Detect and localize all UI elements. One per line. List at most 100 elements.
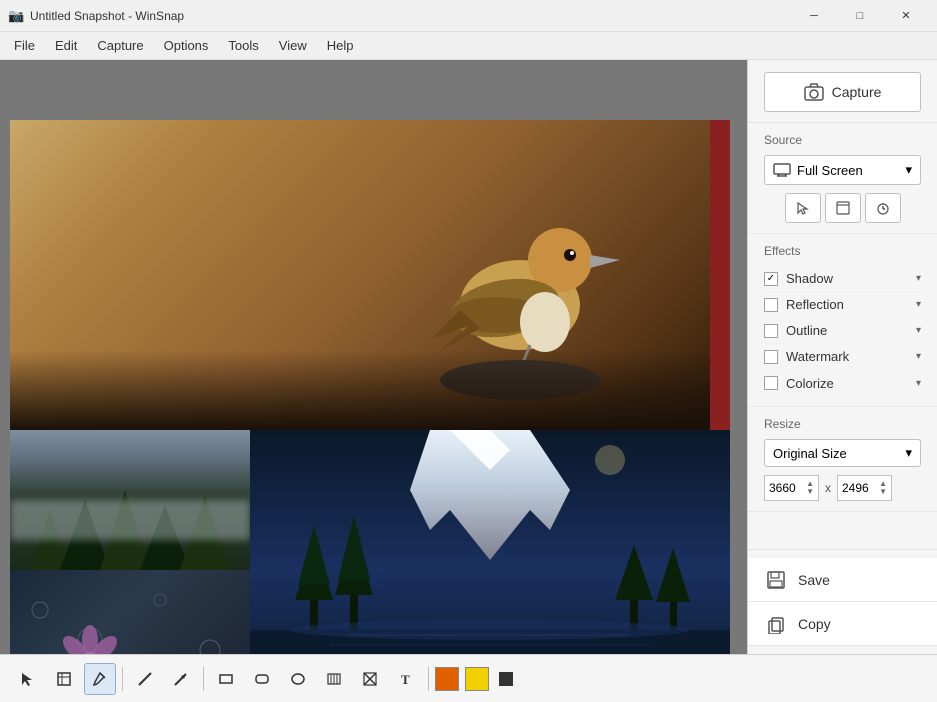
- menu-capture[interactable]: Capture: [87, 34, 153, 57]
- outline-expand-icon[interactable]: ▾: [916, 325, 921, 336]
- separator-3: [428, 667, 429, 691]
- width-input[interactable]: 3660 ▲ ▼: [764, 475, 819, 501]
- title-bar: 📷 Untitled Snapshot - WinSnap ─ □ ✕: [0, 0, 937, 32]
- cross-tool-button[interactable]: [354, 663, 386, 695]
- cross-icon: [362, 671, 378, 687]
- canvas-images: [10, 120, 740, 654]
- toolbar: T: [0, 654, 937, 702]
- colorize-checkbox[interactable]: [764, 376, 778, 390]
- spacer: [748, 512, 937, 549]
- menu-view[interactable]: View: [269, 34, 317, 57]
- source-select-inner: Full Screen: [773, 163, 863, 178]
- reflection-expand-icon[interactable]: ▾: [916, 299, 921, 310]
- capture-btn-area: Capture: [748, 60, 937, 123]
- right-panel: Capture Source Full Screen ▾: [747, 60, 937, 654]
- effects-section: Effects ✓ Shadow ▾ Reflection ▾ Outline …: [748, 234, 937, 407]
- timer-icon: [876, 201, 890, 215]
- copy-button[interactable]: Copy: [748, 602, 937, 646]
- colorize-effect-row[interactable]: Colorize ▾: [764, 370, 921, 396]
- dims-x-label: x: [825, 481, 831, 495]
- save-label: Save: [798, 572, 830, 588]
- menu-options[interactable]: Options: [154, 34, 219, 57]
- cursor-mode-button[interactable]: [785, 193, 821, 223]
- height-input[interactable]: 2496 ▲ ▼: [837, 475, 892, 501]
- window-mode-button[interactable]: [825, 193, 861, 223]
- watermark-checkbox[interactable]: [764, 350, 778, 364]
- source-select[interactable]: Full Screen ▾: [764, 155, 921, 185]
- effects-label: Effects: [764, 244, 921, 258]
- rain-image: [10, 570, 250, 654]
- timer-mode-button[interactable]: [865, 193, 901, 223]
- width-value: 3660: [769, 481, 796, 495]
- colorize-expand-icon[interactable]: ▾: [916, 378, 921, 389]
- copy-icon: [764, 612, 788, 636]
- flower: [50, 620, 130, 654]
- outline-checkbox[interactable]: [764, 324, 778, 338]
- colorize-label: Colorize: [786, 376, 916, 391]
- vignette: [10, 350, 730, 430]
- rounded-rect-tool-button[interactable]: [246, 663, 278, 695]
- small-color-square[interactable]: [499, 672, 513, 686]
- ellipse-icon: [290, 671, 306, 687]
- menu-file[interactable]: File: [4, 34, 45, 57]
- watermark-label: Watermark: [786, 349, 916, 364]
- bird-image-container: [10, 120, 730, 430]
- text-tool-button[interactable]: T: [390, 663, 422, 695]
- watermark-effect-row[interactable]: Watermark ▾: [764, 344, 921, 370]
- arrow-tool-button[interactable]: [165, 663, 197, 695]
- shadow-expand-icon[interactable]: ▾: [916, 273, 921, 284]
- shadow-checkbox[interactable]: ✓: [764, 272, 778, 286]
- text-icon: T: [398, 671, 414, 687]
- source-icons: [764, 193, 921, 223]
- pen-icon: [92, 671, 108, 687]
- width-spinners: ▲ ▼: [806, 480, 814, 496]
- rect-tool-button[interactable]: [210, 663, 242, 695]
- outline-label: Outline: [786, 323, 916, 338]
- hatch-tool-button[interactable]: [318, 663, 350, 695]
- mist: [10, 500, 250, 540]
- capture-button[interactable]: Capture: [764, 72, 921, 112]
- shadow-effect-row[interactable]: ✓ Shadow ▾: [764, 266, 921, 292]
- red-strip: [710, 120, 730, 430]
- maximize-button[interactable]: □: [837, 0, 883, 32]
- secondary-color-swatch[interactable]: [465, 667, 489, 691]
- title-bar-text: Untitled Snapshot - WinSnap: [30, 9, 791, 23]
- hatch-icon: [326, 671, 342, 687]
- save-button[interactable]: Save: [748, 558, 937, 602]
- menu-tools[interactable]: Tools: [218, 34, 268, 57]
- reflection-label: Reflection: [786, 297, 916, 312]
- watermark-expand-icon[interactable]: ▾: [916, 351, 921, 362]
- window-controls: ─ □ ✕: [791, 0, 929, 32]
- reflection-effect-row[interactable]: Reflection ▾: [764, 292, 921, 318]
- bottom-row: [10, 430, 730, 654]
- crop-tool-button[interactable]: [48, 663, 80, 695]
- line-tool-button[interactable]: [129, 663, 161, 695]
- save-icon: [764, 568, 788, 592]
- arrow-icon: [173, 671, 189, 687]
- close-button[interactable]: ✕: [883, 0, 929, 32]
- line-icon: [137, 671, 153, 687]
- resize-select[interactable]: Original Size ▾: [764, 439, 921, 467]
- svg-text:T: T: [401, 672, 410, 687]
- height-down[interactable]: ▼: [879, 488, 887, 496]
- ellipse-tool-button[interactable]: [282, 663, 314, 695]
- resize-label: Resize: [764, 417, 921, 431]
- bird-image: [10, 120, 730, 430]
- dropdown-icon: ▾: [905, 162, 912, 178]
- resize-dims: 3660 ▲ ▼ x 2496 ▲ ▼: [764, 475, 921, 501]
- outline-effect-row[interactable]: Outline ▾: [764, 318, 921, 344]
- primary-color-swatch[interactable]: [435, 667, 459, 691]
- copy-label: Copy: [798, 616, 831, 632]
- resize-section: Resize Original Size ▾ 3660 ▲ ▼ x 2496: [748, 407, 937, 512]
- pen-tool-button[interactable]: [84, 663, 116, 695]
- bottom-buttons: Save Copy: [748, 549, 937, 654]
- pointer-tool-button[interactable]: [12, 663, 44, 695]
- reflection-checkbox[interactable]: [764, 298, 778, 312]
- window-icon: [836, 201, 850, 215]
- menu-help[interactable]: Help: [317, 34, 364, 57]
- width-down[interactable]: ▼: [806, 488, 814, 496]
- rounded-rect-icon: [254, 671, 270, 687]
- menu-edit[interactable]: Edit: [45, 34, 87, 57]
- crop-icon: [56, 671, 72, 687]
- minimize-button[interactable]: ─: [791, 0, 837, 32]
